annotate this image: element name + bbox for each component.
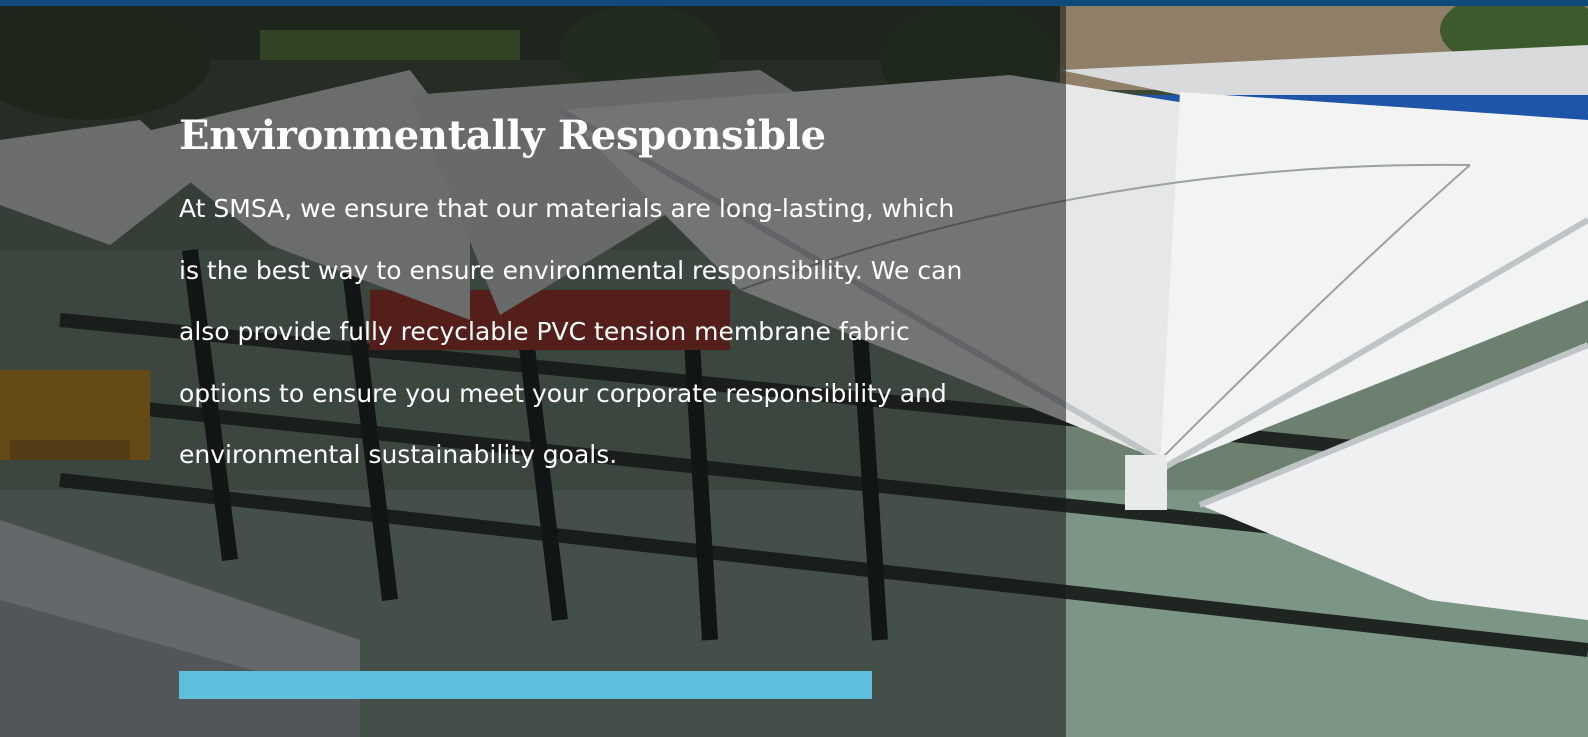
section-heading: Environmentally Responsible: [179, 112, 826, 159]
content-block: Environmentally Responsible At SMSA, we …: [179, 108, 999, 486]
section-body-text: At SMSA, we ensure that our materials ar…: [179, 194, 963, 469]
page: Environmentally Responsible At SMSA, we …: [0, 0, 1588, 737]
top-accent-bar: [0, 0, 1588, 6]
cta-accent-bar[interactable]: [179, 671, 872, 699]
